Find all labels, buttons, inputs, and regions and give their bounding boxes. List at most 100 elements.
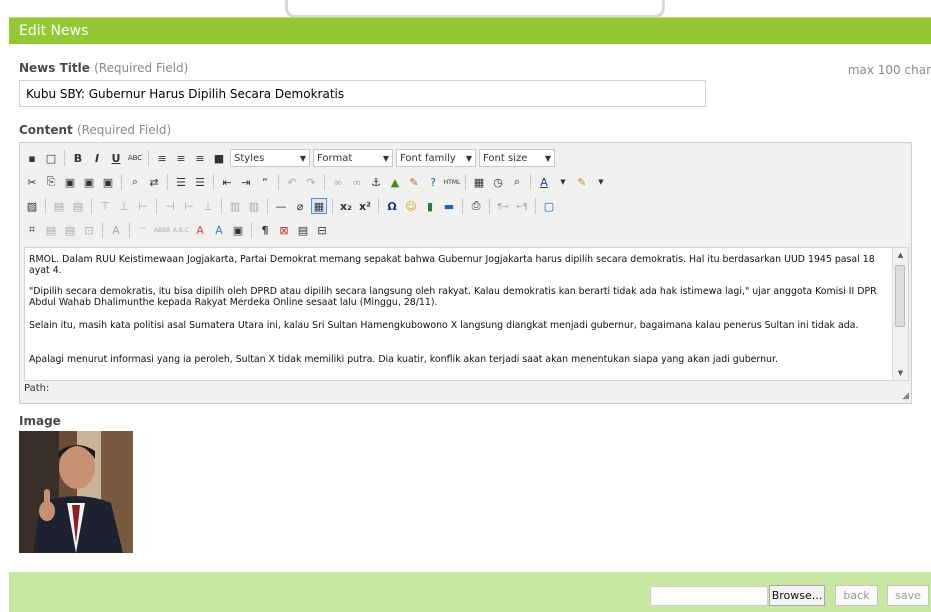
help-icon[interactable]: ? <box>425 174 441 190</box>
delete-col-icon[interactable]: ⊥ <box>200 198 216 214</box>
toolbar-separator <box>530 174 531 190</box>
insert-row-after-icon[interactable]: ⊥ <box>116 198 132 214</box>
insert-row-before-icon[interactable]: ⊤ <box>97 198 113 214</box>
image-icon[interactable]: ▲ <box>387 174 403 190</box>
align-right-icon[interactable]: ≡ <box>192 150 208 166</box>
merge-cells-icon[interactable]: ▥ <box>246 198 262 214</box>
toolbar-separator <box>156 198 157 214</box>
strikethrough-icon[interactable]: ABC <box>127 150 143 166</box>
resize-grip-icon[interactable]: ◢ <box>902 391 909 401</box>
scroll-thumb[interactable] <box>895 265 905 327</box>
scroll-up-icon[interactable]: ▲ <box>893 248 908 262</box>
highlight-color-icon[interactable]: ✎ <box>574 174 590 190</box>
show-blocks-icon[interactable]: ¶ <box>257 222 273 238</box>
nonbreaking-icon[interactable]: ⊠ <box>276 222 292 238</box>
paste-icon[interactable]: ▣ <box>62 174 78 190</box>
scroll-down-icon[interactable]: ▼ <box>893 366 908 380</box>
cell-props-icon[interactable]: ▤ <box>70 198 86 214</box>
row-props-icon[interactable]: ▤ <box>51 198 67 214</box>
link-icon[interactable]: ∞ <box>330 174 346 190</box>
visual-aid-icon[interactable]: ▦ <box>311 198 327 214</box>
text-color-icon[interactable]: A <box>536 174 552 190</box>
template-icon[interactable]: ▤ <box>295 222 311 238</box>
outdent-icon[interactable]: ⇤ <box>219 174 235 190</box>
move-forward-icon[interactable]: ▤ <box>43 222 59 238</box>
emoticon-icon[interactable]: ☺ <box>403 198 419 214</box>
remove-format-icon[interactable]: ⌀ <box>292 198 308 214</box>
insert-col-after-icon[interactable]: ⊢ <box>181 198 197 214</box>
toolbar-separator <box>129 222 130 238</box>
align-center-icon[interactable]: ≡ <box>173 150 189 166</box>
insert-time-icon[interactable]: ◷ <box>490 174 506 190</box>
font-family-select[interactable]: Font family ▼ <box>396 149 476 167</box>
rtl-icon[interactable]: ←¶ <box>514 198 530 214</box>
file-path-input[interactable] <box>650 586 768 606</box>
print-icon[interactable]: ⎙ <box>468 198 484 214</box>
unlink-icon[interactable]: ∞ <box>349 174 365 190</box>
bullet-list-icon[interactable]: ☰ <box>173 174 189 190</box>
horizontal-rule-icon[interactable]: — <box>273 198 289 214</box>
pagebreak-icon[interactable]: ⊟ <box>314 222 330 238</box>
split-cells-icon[interactable]: ▥ <box>227 198 243 214</box>
acronym-icon[interactable]: A.B.C <box>173 222 189 238</box>
delete-row-icon[interactable]: ⊢ <box>135 198 151 214</box>
news-title-input[interactable] <box>19 80 706 107</box>
media-icon[interactable]: ▮ <box>422 198 438 214</box>
watermark <box>285 0 665 18</box>
format-select[interactable]: Format ▼ <box>313 149 393 167</box>
chevron-down-icon[interactable]: ▼ <box>593 174 609 190</box>
style-props-icon[interactable]: A <box>108 222 124 238</box>
editor-content-area[interactable]: RMOL. Dalam RUU Keistimewaan Jogjakarta,… <box>24 247 909 381</box>
save-button[interactable]: save <box>887 585 929 606</box>
find-icon[interactable]: ⌕ <box>127 174 143 190</box>
insert-col-before-icon[interactable]: ⊣ <box>162 198 178 214</box>
redo-icon[interactable]: ↷ <box>303 174 319 190</box>
font-size-select[interactable]: Font size ▼ <box>479 149 555 167</box>
browse-button[interactable]: Browse... <box>769 585 825 606</box>
bold-icon[interactable]: B <box>70 150 86 166</box>
cite-icon[interactable]: “” <box>135 222 151 238</box>
italic-icon[interactable]: I <box>89 150 105 166</box>
advanced-hr-icon[interactable]: ▬ <box>441 198 457 214</box>
insert-date-icon[interactable]: ▦ <box>471 174 487 190</box>
anchor-icon[interactable]: ⚓ <box>368 174 384 190</box>
styles-select[interactable]: Styles ▼ <box>230 149 310 167</box>
abbr-icon[interactable]: ABBR <box>154 222 171 238</box>
underline-icon[interactable]: U <box>108 150 124 166</box>
move-backward-icon[interactable]: ▤ <box>62 222 78 238</box>
ltr-icon[interactable]: ¶→ <box>495 198 511 214</box>
fullscreen-icon[interactable]: ▢ <box>541 198 557 214</box>
align-justify-icon[interactable]: ■ <box>211 150 227 166</box>
copy-icon[interactable]: ⎘ <box>43 174 59 190</box>
align-left-icon[interactable]: ≡ <box>154 150 170 166</box>
paste-word-icon[interactable]: ▣ <box>100 174 116 190</box>
paste-text-icon[interactable]: ▣ <box>81 174 97 190</box>
absolute-icon[interactable]: ⊡ <box>81 222 97 238</box>
cleanup-icon[interactable]: ✎ <box>406 174 422 190</box>
blockquote-icon[interactable]: “ <box>257 174 273 190</box>
cut-icon[interactable]: ✂ <box>24 174 40 190</box>
indent-icon[interactable]: ⇥ <box>238 174 254 190</box>
editor-scrollbar[interactable]: ▲ ▼ <box>892 248 908 380</box>
back-button[interactable]: back <box>835 585 878 606</box>
insert-layer-icon[interactable]: ⌗ <box>24 222 40 238</box>
replace-icon[interactable]: ⇄ <box>146 174 162 190</box>
new-document-icon[interactable]: □ <box>43 150 59 166</box>
undo-icon[interactable]: ↶ <box>284 174 300 190</box>
edit-table-icon[interactable]: ▨ <box>24 198 40 214</box>
toolbar-separator <box>213 174 214 190</box>
chevron-down-icon: ▼ <box>544 153 551 163</box>
attributes-icon[interactable]: ▣ <box>230 222 246 238</box>
del-icon[interactable]: A <box>192 222 208 238</box>
ins-icon[interactable]: A <box>211 222 227 238</box>
special-char-icon[interactable]: Ω <box>384 198 400 214</box>
html-icon[interactable]: HTML <box>444 174 461 190</box>
numbered-list-icon[interactable]: ☰ <box>192 174 208 190</box>
superscript-icon[interactable]: x² <box>357 198 373 214</box>
subscript-icon[interactable]: x₂ <box>338 198 354 214</box>
toolbar-separator <box>64 150 65 166</box>
save-icon[interactable]: ▪ <box>24 150 40 166</box>
preview-icon[interactable]: ⌕ <box>509 174 525 190</box>
toolbar-row-2: ✂ ⎘ ▣ ▣ ▣ ⌕ ⇄ ☰ ☰ ⇤ ⇥ “ ↶ ↷ ∞ ∞ ⚓ ▲ ✎ ? … <box>24 171 609 193</box>
chevron-down-icon[interactable]: ▼ <box>555 174 571 190</box>
